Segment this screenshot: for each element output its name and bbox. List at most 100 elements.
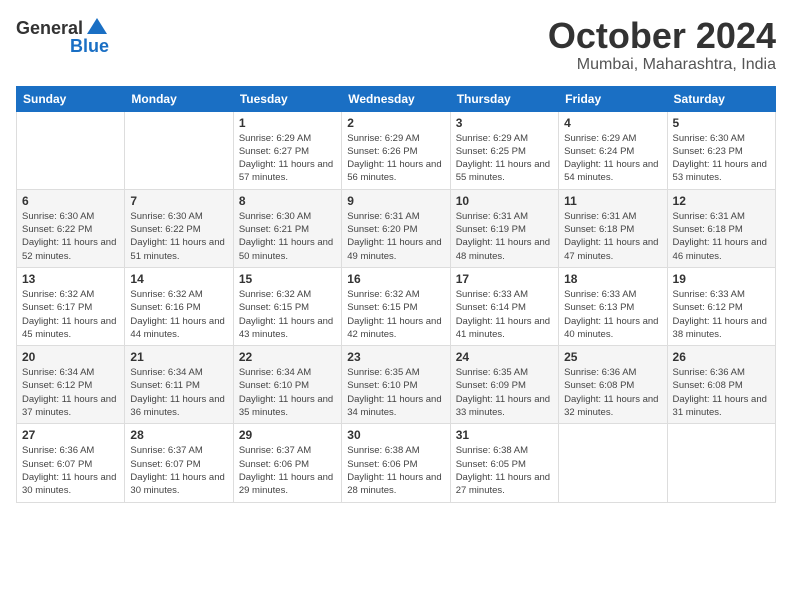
calendar-week-row: 1Sunrise: 6:29 AMSunset: 6:27 PMDaylight… (17, 111, 776, 189)
calendar-cell: 21 Sunrise: 6:34 AMSunset: 6:11 PMDayligh… (125, 346, 233, 424)
logo-blue: Blue (70, 36, 109, 57)
calendar-cell: 20 Sunrise: 6:34 AMSunset: 6:12 PMDayligh… (17, 346, 125, 424)
day-number: 15 (239, 272, 336, 286)
calendar-cell: 3 Sunrise: 6:29 AMSunset: 6:25 PMDaylight… (450, 111, 558, 189)
day-info: Sunrise: 6:33 AMSunset: 6:12 PMDaylight:… (673, 288, 770, 341)
day-number: 1 (239, 116, 336, 130)
day-number: 5 (673, 116, 770, 130)
weekday-header-row: SundayMondayTuesdayWednesdayThursdayFrid… (17, 86, 776, 111)
day-info: Sunrise: 6:31 AMSunset: 6:20 PMDaylight:… (347, 210, 444, 263)
day-number: 4 (564, 116, 661, 130)
day-number: 3 (456, 116, 553, 130)
calendar-cell: 17 Sunrise: 6:33 AMSunset: 6:14 PMDayligh… (450, 267, 558, 345)
calendar-cell: 19 Sunrise: 6:33 AMSunset: 6:12 PMDayligh… (667, 267, 775, 345)
location-title: Mumbai, Maharashtra, India (548, 56, 776, 74)
calendar-week-row: 6 Sunrise: 6:30 AMSunset: 6:22 PMDaylight… (17, 189, 776, 267)
day-info: Sunrise: 6:30 AMSunset: 6:22 PMDaylight:… (22, 210, 119, 263)
calendar-cell: 31Sunrise: 6:38 AMSunset: 6:05 PMDayligh… (450, 424, 558, 502)
day-info: Sunrise: 6:36 AMSunset: 6:07 PMDaylight:… (22, 444, 119, 497)
calendar-cell (17, 111, 125, 189)
calendar-cell: 8Sunrise: 6:30 AMSunset: 6:21 PMDaylight… (233, 189, 341, 267)
calendar-cell: 7Sunrise: 6:30 AMSunset: 6:22 PMDaylight… (125, 189, 233, 267)
calendar-cell (559, 424, 667, 502)
day-info: Sunrise: 6:31 AMSunset: 6:18 PMDaylight:… (564, 210, 661, 263)
day-number: 22 (239, 350, 336, 364)
calendar-cell: 28 Sunrise: 6:37 AMSunset: 6:07 PMDayligh… (125, 424, 233, 502)
day-number: 20 (22, 350, 119, 364)
calendar-cell: 24Sunrise: 6:35 AMSunset: 6:09 PMDayligh… (450, 346, 558, 424)
day-info: Sunrise: 6:30 AMSunset: 6:22 PMDaylight:… (130, 210, 227, 263)
calendar-cell: 2Sunrise: 6:29 AMSunset: 6:26 PMDaylight… (342, 111, 450, 189)
title-block: October 2024 Mumbai, Maharashtra, India (548, 16, 776, 74)
month-title: October 2024 (548, 16, 776, 56)
calendar-cell: 6 Sunrise: 6:30 AMSunset: 6:22 PMDaylight… (17, 189, 125, 267)
day-info: Sunrise: 6:29 AMSunset: 6:24 PMDaylight:… (564, 132, 661, 185)
logo: General Blue (16, 16, 109, 57)
day-info: Sunrise: 6:37 AMSunset: 6:07 PMDaylight:… (130, 444, 227, 497)
weekday-header: Sunday (17, 86, 125, 111)
day-info: Sunrise: 6:38 AMSunset: 6:06 PMDaylight:… (347, 444, 444, 497)
day-number: 18 (564, 272, 661, 286)
day-number: 9 (347, 194, 444, 208)
day-info: Sunrise: 6:32 AMSunset: 6:15 PMDaylight:… (347, 288, 444, 341)
day-info: Sunrise: 6:32 AMSunset: 6:16 PMDaylight:… (130, 288, 227, 341)
day-info: Sunrise: 6:35 AMSunset: 6:10 PMDaylight:… (347, 366, 444, 419)
day-info: Sunrise: 6:36 AMSunset: 6:08 PMDaylight:… (564, 366, 661, 419)
calendar-cell: 11 Sunrise: 6:31 AMSunset: 6:18 PMDayligh… (559, 189, 667, 267)
calendar-cell: 12 Sunrise: 6:31 AMSunset: 6:18 PMDayligh… (667, 189, 775, 267)
day-info: Sunrise: 6:31 AMSunset: 6:19 PMDaylight:… (456, 210, 553, 263)
day-number: 6 (22, 194, 119, 208)
calendar-cell: 16Sunrise: 6:32 AMSunset: 6:15 PMDayligh… (342, 267, 450, 345)
day-info: Sunrise: 6:31 AMSunset: 6:18 PMDaylight:… (673, 210, 770, 263)
day-info: Sunrise: 6:32 AMSunset: 6:15 PMDaylight:… (239, 288, 336, 341)
calendar-cell: 15 Sunrise: 6:32 AMSunset: 6:15 PMDayligh… (233, 267, 341, 345)
day-number: 21 (130, 350, 227, 364)
calendar-cell: 30 Sunrise: 6:38 AMSunset: 6:06 PMDayligh… (342, 424, 450, 502)
calendar-week-row: 27Sunrise: 6:36 AMSunset: 6:07 PMDayligh… (17, 424, 776, 502)
day-number: 17 (456, 272, 553, 286)
calendar-cell: 14 Sunrise: 6:32 AMSunset: 6:16 PMDayligh… (125, 267, 233, 345)
weekday-header: Wednesday (342, 86, 450, 111)
calendar-cell: 25 Sunrise: 6:36 AMSunset: 6:08 PMDayligh… (559, 346, 667, 424)
day-info: Sunrise: 6:33 AMSunset: 6:14 PMDaylight:… (456, 288, 553, 341)
calendar-cell: 5 Sunrise: 6:30 AMSunset: 6:23 PMDaylight… (667, 111, 775, 189)
day-number: 30 (347, 428, 444, 442)
weekday-header: Friday (559, 86, 667, 111)
day-info: Sunrise: 6:38 AMSunset: 6:05 PMDaylight:… (456, 444, 553, 497)
day-number: 10 (456, 194, 553, 208)
calendar-cell: 4 Sunrise: 6:29 AMSunset: 6:24 PMDaylight… (559, 111, 667, 189)
calendar-cell: 9 Sunrise: 6:31 AMSunset: 6:20 PMDaylight… (342, 189, 450, 267)
day-number: 28 (130, 428, 227, 442)
day-info: Sunrise: 6:34 AMSunset: 6:12 PMDaylight:… (22, 366, 119, 419)
calendar-cell: 10 Sunrise: 6:31 AMSunset: 6:19 PMDayligh… (450, 189, 558, 267)
weekday-header: Thursday (450, 86, 558, 111)
day-number: 19 (673, 272, 770, 286)
calendar-cell: 27Sunrise: 6:36 AMSunset: 6:07 PMDayligh… (17, 424, 125, 502)
calendar-cell: 26 Sunrise: 6:36 AMSunset: 6:08 PMDayligh… (667, 346, 775, 424)
day-info: Sunrise: 6:30 AMSunset: 6:23 PMDaylight:… (673, 132, 770, 185)
weekday-header: Monday (125, 86, 233, 111)
day-number: 14 (130, 272, 227, 286)
day-number: 13 (22, 272, 119, 286)
day-number: 24 (456, 350, 553, 364)
day-info: Sunrise: 6:29 AMSunset: 6:25 PMDaylight:… (456, 132, 553, 185)
day-info: Sunrise: 6:32 AMSunset: 6:17 PMDaylight:… (22, 288, 119, 341)
day-number: 2 (347, 116, 444, 130)
day-number: 26 (673, 350, 770, 364)
day-info: Sunrise: 6:34 AMSunset: 6:11 PMDaylight:… (130, 366, 227, 419)
calendar-cell (667, 424, 775, 502)
day-info: Sunrise: 6:36 AMSunset: 6:08 PMDaylight:… (673, 366, 770, 419)
calendar-cell: 18Sunrise: 6:33 AMSunset: 6:13 PMDayligh… (559, 267, 667, 345)
weekday-header: Saturday (667, 86, 775, 111)
day-number: 25 (564, 350, 661, 364)
day-info: Sunrise: 6:37 AMSunset: 6:06 PMDaylight:… (239, 444, 336, 497)
calendar-cell: 29 Sunrise: 6:37 AMSunset: 6:06 PMDayligh… (233, 424, 341, 502)
calendar-cell: 13 Sunrise: 6:32 AMSunset: 6:17 PMDayligh… (17, 267, 125, 345)
calendar-week-row: 20 Sunrise: 6:34 AMSunset: 6:12 PMDayligh… (17, 346, 776, 424)
page-header: General Blue October 2024 Mumbai, Mahara… (16, 16, 776, 74)
calendar-table: SundayMondayTuesdayWednesdayThursdayFrid… (16, 86, 776, 503)
day-number: 12 (673, 194, 770, 208)
day-info: Sunrise: 6:30 AMSunset: 6:21 PMDaylight:… (239, 210, 336, 263)
day-number: 29 (239, 428, 336, 442)
day-number: 11 (564, 194, 661, 208)
